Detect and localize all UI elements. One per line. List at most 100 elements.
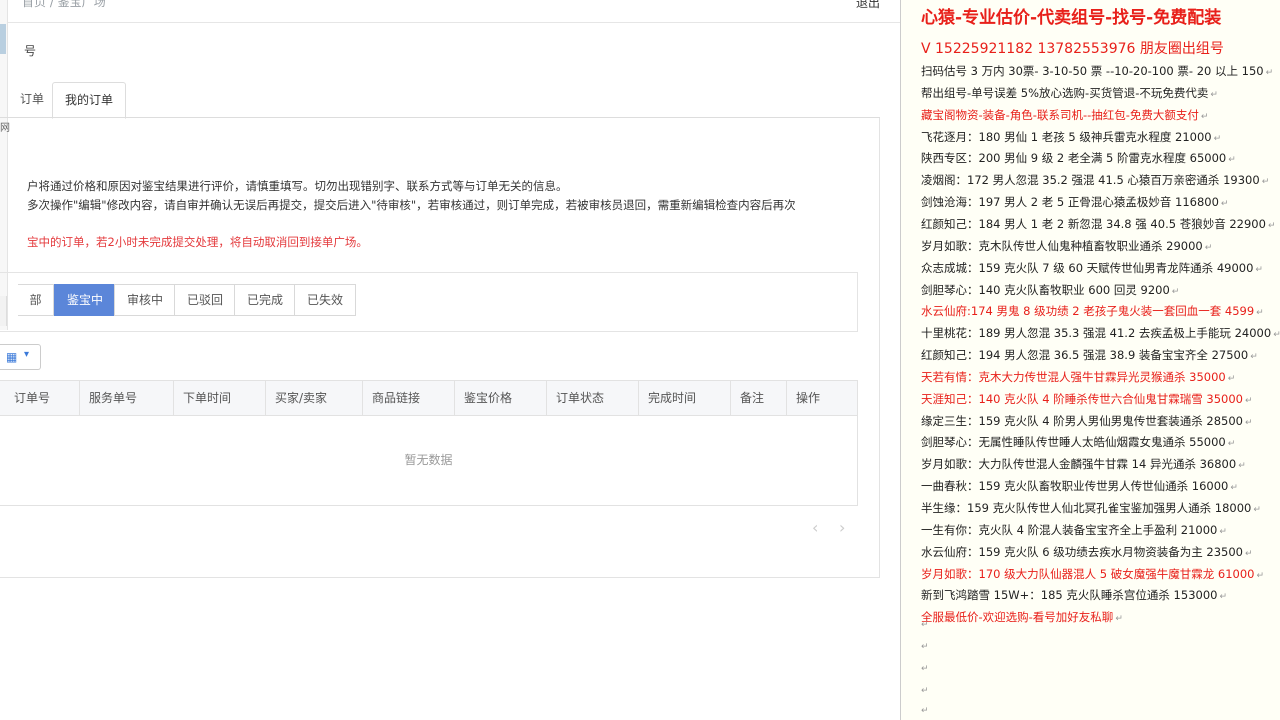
paragraph-mark: ↵ bbox=[1227, 439, 1236, 450]
avatar bbox=[0, 24, 6, 54]
view-toggle[interactable]: ▦ ▾ bbox=[0, 344, 41, 370]
notice-line-3: 宝中的订单，若2小时未完成提交处理，将自动取消回到接单广场。 bbox=[27, 235, 368, 249]
paragraph-mark: ↵ bbox=[921, 642, 929, 652]
paragraph-mark: ↵ bbox=[1256, 308, 1264, 319]
price-list-text: 飞花逐月：180 男仙 1 老孩 5 级神兵雷克水程度 21000 bbox=[921, 129, 1212, 144]
paragraph-mark: ↵ bbox=[1219, 592, 1228, 603]
price-list-line: 一生有你：克火队 4 阶混人装备宝宝齐全上手盈利 21000 ↵ bbox=[921, 520, 1227, 540]
paragraph-mark: ↵ bbox=[1115, 614, 1123, 625]
price-list-text: 凌烟阁：172 男人忽混 35.2 强混 41.5 心猿百万亲密通杀 19300 bbox=[921, 173, 1260, 188]
paragraph-mark: ↵ bbox=[1261, 177, 1270, 188]
price-list-text: 藏宝阁物资-装备-角色-联系司机--抽红包-免费大额支付 bbox=[921, 107, 1199, 122]
price-list-text: 一生有你：克火队 4 阶混人装备宝宝齐全上手盈利 21000 bbox=[921, 522, 1218, 537]
paragraph-mark: ↵ bbox=[921, 664, 929, 674]
grid-icon: ▦ bbox=[6, 350, 18, 364]
column-header: 备注 bbox=[731, 381, 787, 415]
price-list-line: 剑胆琴心：无属性睡队传世睡人太皓仙烟霞女鬼通杀 55000 ↵ bbox=[921, 432, 1235, 452]
price-list-line: 剑蚀沧海：197 男人 2 老 5 正骨混心猿孟极妙音 116800 ↵ bbox=[921, 192, 1228, 212]
price-list-text: 十里桃花：189 男人忽混 35.3 强混 41.2 去疾孟极上手能玩 2400… bbox=[921, 326, 1272, 341]
filter-all-button[interactable]: 部 bbox=[18, 284, 54, 316]
panel-title: 心猿-专业估价-代卖组号-找号-免费配装 bbox=[921, 8, 1222, 28]
price-list-text: 缘定三生：159 克火队 4 阶男人男仙男鬼传世套装通杀 28500 bbox=[921, 413, 1243, 428]
price-list-line: 一曲春秋：159 克火队畜牧职业传世男人传世仙通杀 16000 ↵ bbox=[921, 476, 1238, 496]
price-list-line: 岁月如歌：克木队传世人仙鬼种植畜牧职业通杀 29000 ↵ bbox=[921, 236, 1212, 256]
price-list-text: 帮出组号-单号误差 5%放心选购-买货管退-不玩免费代卖 bbox=[921, 85, 1209, 100]
price-list-line: 扫码估号 3 万内 30票- 3-10-50 票 --10-20-100 票- … bbox=[921, 61, 1273, 81]
price-list-text: 天若有情：克木大力传世混人强牛甘霖异光灵猴通杀 35000 bbox=[921, 369, 1226, 384]
price-list-line: 红颜知己：194 男人忽混 36.5 强混 38.9 装备宝宝齐全 27500 ↵ bbox=[921, 345, 1258, 365]
price-list-line: 岁月如歌：170 级大力队仙器混人 5 破女魔强牛魔甘霖龙 61000 ↵ bbox=[921, 564, 1264, 584]
paragraph-mark: ↵ bbox=[1244, 395, 1253, 406]
prev-page-icon[interactable]: ‹ bbox=[812, 518, 818, 537]
price-list-text: 剑胆琴心：140 克火队畜牧职业 600 回灵 9200 bbox=[921, 282, 1170, 297]
filter-appraising-button[interactable]: 鉴宝中 bbox=[54, 284, 116, 316]
orders-table: 订单号 服务单号 下单时间 买家/卖家 商品链接 鉴宝价格 订单状态 完成时间 … bbox=[0, 380, 858, 506]
tab-my-orders[interactable]: 我的订单 bbox=[52, 82, 126, 119]
paragraph-mark: ↵ bbox=[1227, 373, 1236, 384]
column-header: 买家/卖家 bbox=[266, 381, 363, 415]
empty-state: 暂无数据 bbox=[404, 453, 453, 467]
paragraph-mark: ↵ bbox=[1256, 570, 1265, 581]
price-list-line: 红颜知己：184 男人 1 老 2 新忽混 34.8 强 40.5 苍狼妙音 2… bbox=[921, 214, 1275, 234]
paragraph-mark: ↵ bbox=[1255, 264, 1263, 275]
price-list-text: 新到飞鸿踏雪 15W+：185 克火队睡杀宫位通杀 153000 bbox=[921, 588, 1218, 603]
paragraph-mark: ↵ bbox=[1273, 330, 1280, 341]
column-header: 订单号 bbox=[0, 381, 80, 415]
price-list-text: 全服最低价-欢迎选购-看号加好友私聊 bbox=[921, 610, 1114, 625]
column-header: 下单时间 bbox=[174, 381, 266, 415]
price-list-line: 帮出组号-单号误差 5%放心选购-买货管退-不玩免费代卖 ↵ bbox=[921, 83, 1218, 103]
paragraph-mark: ↵ bbox=[1220, 199, 1229, 210]
price-list-text: 岁月如歌：170 级大力队仙器混人 5 破女魔强牛魔甘霖龙 61000 bbox=[921, 566, 1255, 581]
price-list-line: 十里桃花：189 男人忽混 35.3 强混 41.2 去疾孟极上手能玩 2400… bbox=[921, 323, 1280, 343]
paragraph-mark: ↵ bbox=[921, 706, 929, 716]
paragraph-mark: ↵ bbox=[921, 686, 929, 696]
panel-contact: V 15225921182 13782553976 朋友圈出组号 bbox=[921, 41, 1224, 57]
paragraph-mark: ↵ bbox=[1171, 286, 1180, 297]
price-list-text: 红颜知己：194 男人忽混 36.5 强混 38.9 装备宝宝齐全 27500 bbox=[921, 348, 1249, 363]
price-list-text: 半生缘：159 克火队传世人仙北冥孔雀宝鉴加强男人通杀 18000 bbox=[921, 501, 1252, 515]
price-list-text: 扫码估号 3 万内 30票- 3-10-50 票 --10-20-100 票- … bbox=[921, 64, 1264, 78]
filter-rejected-button[interactable]: 已驳回 bbox=[174, 284, 236, 316]
chevron-down-icon: ▾ bbox=[24, 349, 30, 360]
column-header: 服务单号 bbox=[80, 381, 174, 415]
price-list-line: 天涯知己：140 克火队 4 阶睡杀传世六合仙鬼甘霖瑞雪 35000 ↵ bbox=[921, 389, 1253, 409]
paragraph-mark: ↵ bbox=[1228, 155, 1236, 166]
column-header: 鉴宝价格 bbox=[455, 381, 547, 415]
price-list-text: 红颜知己：184 男人 1 老 2 新忽混 34.8 强 40.5 苍狼妙音 2… bbox=[921, 216, 1266, 231]
paragraph-mark: ↵ bbox=[1213, 133, 1222, 144]
column-header: 订单状态 bbox=[547, 381, 639, 415]
price-list-line: 水云仙府:174 男鬼 8 级功绩 2 老孩子鬼火装一套回血一套 4599 ↵ bbox=[921, 301, 1264, 321]
paragraph-mark: ↵ bbox=[1244, 417, 1253, 428]
paragraph-mark: ↵ bbox=[1230, 483, 1238, 494]
price-list-text: 剑胆琴心：无属性睡队传世睡人太皓仙烟霞女鬼通杀 55000 bbox=[921, 435, 1226, 450]
tab-orders[interactable]: 订单 bbox=[20, 82, 50, 117]
table-header: 订单号 服务单号 下单时间 买家/卖家 商品链接 鉴宝价格 订单状态 完成时间 … bbox=[0, 381, 857, 416]
paragraph-mark: ↵ bbox=[1200, 111, 1209, 122]
column-header: 商品链接 bbox=[363, 381, 455, 415]
price-list-text: 天涯知己：140 克火队 4 阶睡杀传世六合仙鬼甘霖瑞雪 35000 bbox=[921, 391, 1243, 406]
notice-line-1: 户将通过价格和原因对鉴宝结果进行评价，请慎重填写。切勿出现错别字、联系方式等与订… bbox=[27, 179, 568, 193]
price-list-text: 岁月如歌：大力队传世混人金麟强牛甘霖 14 异光通杀 36800 bbox=[921, 457, 1237, 472]
filter-expired-button[interactable]: 已失效 bbox=[294, 284, 356, 316]
price-list-line: 缘定三生：159 克火队 4 阶男人男仙男鬼传世套装通杀 28500 ↵ bbox=[921, 411, 1253, 431]
paragraph-mark: ↵ bbox=[1265, 68, 1274, 78]
price-list-line: 藏宝阁物资-装备-角色-联系司机--抽红包-免费大额支付 ↵ bbox=[921, 105, 1208, 125]
filter-completed-button[interactable]: 已完成 bbox=[234, 284, 296, 316]
paragraph-mark: ↵ bbox=[1253, 505, 1261, 515]
price-list-text: 陕西专区：200 男仙 9 级 2 老全满 5 阶雷克水程度 65000 bbox=[921, 151, 1227, 166]
paragraph-mark: ↵ bbox=[1204, 242, 1213, 253]
filter-reviewing-button[interactable]: 审核中 bbox=[114, 284, 176, 316]
price-list-text: 一曲春秋：159 克火队畜牧职业传世男人传世仙通杀 16000 bbox=[921, 479, 1229, 494]
price-list-line: 剑胆琴心：140 克火队畜牧职业 600 回灵 9200 ↵ bbox=[921, 280, 1179, 300]
paragraph-mark: ↵ bbox=[1210, 89, 1218, 100]
breadcrumb[interactable]: 首页 / 鉴宝广场 bbox=[22, 0, 106, 10]
paragraph-mark: ↵ bbox=[921, 620, 929, 630]
price-list-line: 天若有情：克木大力传世混人强牛甘霖异光灵猴通杀 35000 ↵ bbox=[921, 367, 1235, 387]
paragraph-mark: ↵ bbox=[1267, 220, 1276, 231]
logout-link[interactable]: 退出 bbox=[856, 0, 880, 11]
paragraph-mark: ↵ bbox=[1250, 352, 1258, 363]
tab-bar: 订单 我的订单 bbox=[0, 82, 880, 119]
column-header: 操作 bbox=[796, 391, 821, 405]
page-subtitle: 号 bbox=[24, 44, 37, 58]
next-page-icon[interactable]: › bbox=[839, 518, 845, 537]
